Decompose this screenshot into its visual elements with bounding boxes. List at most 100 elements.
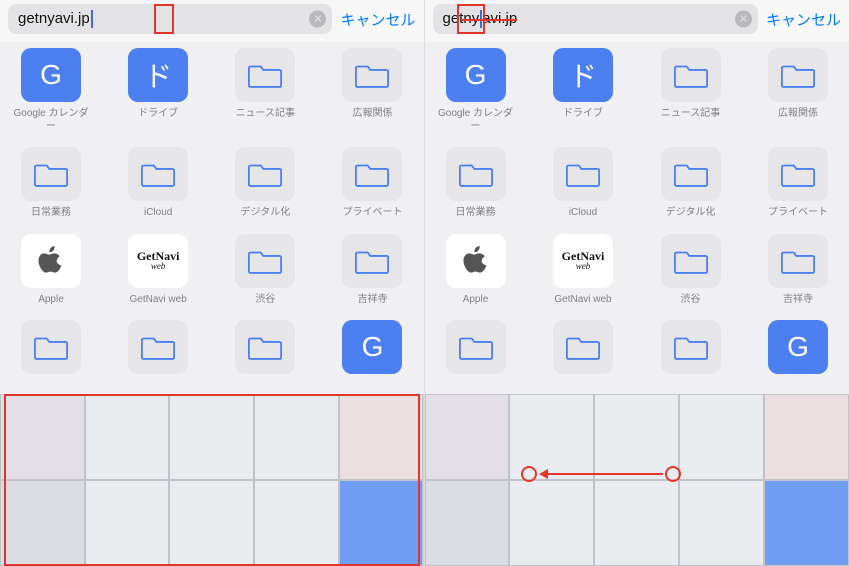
grid-item-label: 日常業務	[456, 207, 496, 220]
google-g-icon: G	[768, 320, 828, 374]
folder-tile	[661, 320, 721, 374]
grid-item-label: ニュース記事	[661, 108, 721, 121]
keyboard-key[interactable]	[679, 394, 764, 480]
folder-tile	[235, 320, 295, 374]
grid-item-label: プライベート	[342, 207, 402, 220]
grid-item-label: ドライブ	[138, 108, 178, 121]
grid-item-label: プライベート	[768, 207, 828, 220]
grid-item[interactable]: G	[757, 320, 839, 380]
grid-item[interactable]	[117, 320, 199, 380]
grid-item[interactable]: 渋谷	[650, 234, 732, 307]
cancel-button[interactable]: キャンセル	[766, 9, 841, 30]
drive-icon: ド	[553, 48, 613, 102]
grid-item[interactable]: ドドライブ	[117, 48, 199, 133]
grid-item[interactable]: ニュース記事	[224, 48, 306, 133]
grid-item[interactable]	[542, 320, 624, 380]
grid-item-label: 渋谷	[255, 294, 275, 307]
grid-item[interactable]: 日常業務	[10, 147, 92, 220]
grid-item[interactable]	[435, 320, 517, 380]
grid-item[interactable]: iCloud	[542, 147, 624, 220]
grid-item[interactable]: 吉祥寺	[331, 234, 413, 307]
grid-item-label: iCloud	[569, 207, 597, 220]
folder-icon	[355, 247, 389, 275]
grid-item[interactable]: G	[331, 320, 413, 380]
keyboard-key[interactable]	[425, 394, 510, 480]
folder-tile	[235, 147, 295, 201]
grid-item-label: Apple	[38, 294, 64, 307]
grid-item[interactable]	[650, 320, 732, 380]
keyboard-key[interactable]	[0, 394, 85, 480]
grid-item[interactable]: 広報関係	[331, 48, 413, 133]
keyboard-key[interactable]	[0, 480, 85, 566]
grid-item[interactable]: iCloud	[117, 147, 199, 220]
folder-tile	[235, 234, 295, 288]
grid-item[interactable]: Apple	[10, 234, 92, 307]
keyboard-key[interactable]	[594, 480, 679, 566]
folder-icon	[781, 61, 815, 89]
keyboard-key[interactable]	[679, 480, 764, 566]
grid-item[interactable]	[224, 320, 306, 380]
grid-item[interactable]: 広報関係	[757, 48, 839, 133]
grid-item[interactable]: 渋谷	[224, 234, 306, 307]
folder-icon	[141, 333, 175, 361]
grid-item[interactable]: GetNaviwebGetNavi web	[542, 234, 624, 307]
folder-tile	[768, 48, 828, 102]
folder-icon	[355, 160, 389, 188]
grid-item[interactable]: GGoogle カレンダー	[10, 48, 92, 133]
keyboard-key[interactable]	[425, 480, 510, 566]
grid-item[interactable]	[10, 320, 92, 380]
folder-tile	[553, 320, 613, 374]
search-row: getnyavi.jp✕ キャンセル	[425, 0, 849, 42]
apple-logo-icon	[461, 243, 491, 279]
keyboard-key[interactable]	[764, 394, 849, 480]
keyboard-area[interactable]	[425, 394, 849, 566]
folder-tile	[342, 147, 402, 201]
folder-tile	[128, 320, 188, 374]
keyboard-key[interactable]	[254, 480, 339, 566]
keyboard-key[interactable]	[254, 394, 339, 480]
keyboard-key[interactable]	[169, 480, 254, 566]
text-caret	[480, 10, 482, 28]
grid-item[interactable]: デジタル化	[650, 147, 732, 220]
grid-item[interactable]: 吉祥寺	[757, 234, 839, 307]
grid-item[interactable]: デジタル化	[224, 147, 306, 220]
keyboard-key[interactable]	[169, 394, 254, 480]
keyboard-key[interactable]	[594, 394, 679, 480]
bookmark-grid: GGoogle カレンダードドライブニュース記事 広報関係日常業務 iCloud デジ…	[425, 42, 849, 380]
grid-item[interactable]: プライベート	[331, 147, 413, 220]
grid-item[interactable]: プライベート	[757, 147, 839, 220]
keyboard-key[interactable]	[509, 480, 594, 566]
folder-icon	[248, 61, 282, 89]
folder-tile	[768, 234, 828, 288]
folder-tile	[342, 234, 402, 288]
grid-item[interactable]: 日常業務	[435, 147, 517, 220]
folder-icon	[674, 61, 708, 89]
keyboard-key[interactable]	[339, 480, 424, 566]
grid-item[interactable]: ニュース記事	[650, 48, 732, 133]
folder-icon	[459, 160, 493, 188]
grid-item[interactable]: Apple	[435, 234, 517, 307]
keyboard-key[interactable]	[339, 394, 424, 480]
search-input[interactable]: getnyavi.jp ✕	[8, 4, 332, 34]
keyboard-area[interactable]	[0, 394, 424, 566]
keyboard-key[interactable]	[764, 480, 849, 566]
keyboard-key[interactable]	[85, 480, 170, 566]
folder-tile	[342, 48, 402, 102]
grid-item-label: Google カレンダー	[11, 108, 91, 133]
search-input[interactable]: getnyavi.jp✕	[433, 4, 758, 34]
cancel-button[interactable]: キャンセル	[340, 9, 415, 30]
folder-tile	[21, 147, 81, 201]
folder-tile	[553, 147, 613, 201]
grid-item[interactable]: ドドライブ	[542, 48, 624, 133]
folder-icon	[34, 160, 68, 188]
grid-item[interactable]: GGoogle カレンダー	[435, 48, 517, 133]
folder-tile	[235, 48, 295, 102]
keyboard-key[interactable]	[509, 394, 594, 480]
folder-icon	[355, 61, 389, 89]
search-value: getnyavi.jp	[18, 10, 93, 28]
keyboard-key[interactable]	[85, 394, 170, 480]
clear-icon[interactable]: ✕	[309, 11, 326, 28]
grid-item-label: Apple	[463, 294, 489, 307]
grid-item[interactable]: GetNaviwebGetNavi web	[117, 234, 199, 307]
clear-icon[interactable]: ✕	[735, 11, 752, 28]
